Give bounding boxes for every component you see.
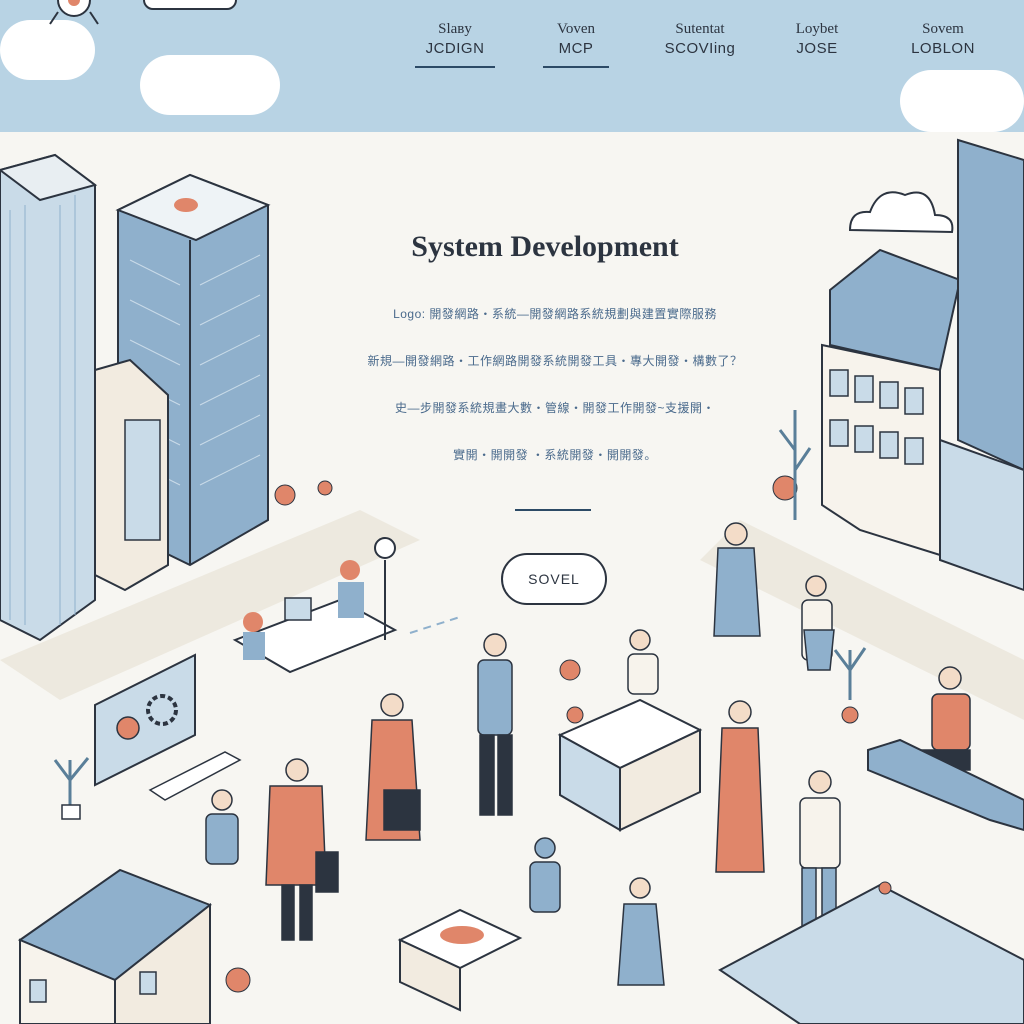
description-line: Logo: 開發網路‧系統—開發網路系統規劃與建置實際服務 [393, 307, 717, 321]
low-building [94, 358, 169, 592]
city-illustration [0, 138, 1024, 1024]
tall-building [0, 153, 98, 642]
monitor-illustration [94, 653, 242, 801]
hero-section: System Development [330, 230, 760, 264]
printer [397, 908, 523, 1012]
person [715, 700, 765, 873]
floor-screen [718, 883, 1024, 1024]
cloud-outline [848, 191, 954, 234]
person [617, 877, 665, 986]
person [265, 758, 339, 941]
description-line: 實開‧開開發 ‧系統開發‧開開發。 [453, 448, 657, 462]
person [205, 789, 239, 865]
house [17, 868, 212, 1024]
divider [515, 509, 591, 511]
page-title: System Development [411, 230, 679, 263]
server-stack [557, 629, 703, 832]
description-line: 史—步開發系統規畫大數‧管線‧開發工作開發~支援開‧ [394, 401, 715, 415]
person [365, 693, 421, 841]
person [529, 837, 561, 913]
cta-button[interactable]: SOVEL [501, 553, 607, 605]
person [477, 633, 513, 816]
plant-pot [61, 804, 81, 820]
dashed-path [409, 616, 461, 634]
description-line: 新規—開發網路‧工作網路開發系統開發工具‧專大開發‧構數了？ [367, 354, 743, 368]
hero-description: Logo: 開發網路‧系統—開發網路系統規劃與建置實際服務 新規—開發網路‧工作… [350, 305, 760, 493]
